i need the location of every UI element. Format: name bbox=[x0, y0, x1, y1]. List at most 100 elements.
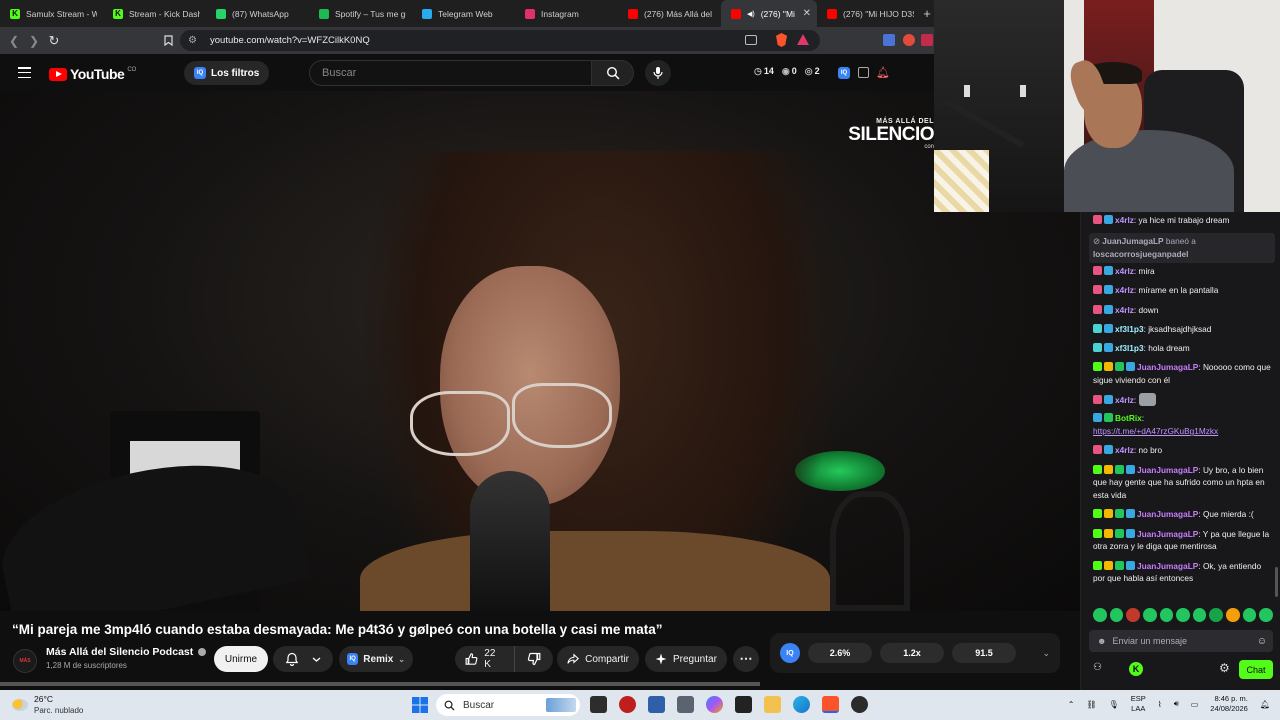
close-tab-icon[interactable]: ✕ bbox=[803, 8, 811, 19]
battery-icon[interactable]: ▭ bbox=[1191, 700, 1199, 709]
more-actions-button[interactable]: ⋯ bbox=[733, 646, 759, 672]
brave-shields-icon[interactable] bbox=[776, 33, 787, 47]
copilot-icon[interactable] bbox=[706, 696, 723, 713]
emote-icon[interactable] bbox=[1126, 608, 1140, 622]
share-button[interactable]: Compartir bbox=[557, 646, 639, 672]
language-indicator[interactable]: ESP LAA bbox=[1131, 694, 1146, 714]
chevron-up-icon[interactable]: ⌃ bbox=[1068, 700, 1075, 709]
link-icon[interactable]: ⛓ bbox=[1086, 700, 1096, 709]
dislike-button[interactable] bbox=[515, 646, 553, 672]
site-settings-icon[interactable]: ⚙ bbox=[188, 35, 202, 46]
chat-username[interactable]: x4rlz bbox=[1115, 395, 1134, 405]
cast-icon[interactable] bbox=[745, 35, 757, 45]
browser-tab[interactable]: (276) Más Allá del bbox=[618, 0, 721, 27]
chevron-down-icon[interactable]: ⌄ bbox=[1042, 648, 1050, 659]
iq-icon[interactable]: IQ bbox=[780, 643, 800, 663]
weather-widget[interactable]: 26°C Parc. nublado bbox=[12, 694, 83, 716]
browser-tab[interactable]: (87) WhatsApp bbox=[206, 0, 309, 27]
chat-username[interactable]: x4rlz bbox=[1115, 285, 1134, 295]
chat-username[interactable]: x4rlz bbox=[1115, 445, 1134, 455]
settings-icon[interactable]: ⚙ bbox=[1219, 661, 1230, 675]
subscription-bell-button[interactable] bbox=[273, 646, 333, 672]
voice-search-button[interactable] bbox=[645, 60, 671, 86]
chat-username[interactable]: loscacorrosjueganpadel bbox=[1093, 249, 1188, 259]
chat-username[interactable]: x4rlz bbox=[1115, 305, 1134, 315]
volume-icon[interactable]: 🔊︎ bbox=[1174, 699, 1179, 709]
notification-icon[interactable]: 🔔︎ bbox=[876, 66, 890, 79]
new-tab-button[interactable]: + bbox=[920, 6, 934, 21]
app-icon[interactable] bbox=[648, 696, 665, 713]
chat-messages[interactable]: x4rlz: ya hice mi trabajo dream ⊘ JuanJum… bbox=[1081, 212, 1280, 604]
power-app-icon[interactable] bbox=[619, 696, 636, 713]
chat-username[interactable]: x4rlz bbox=[1115, 215, 1134, 225]
browser-tab[interactable]: ◀) (276) "Mi p ✕ bbox=[721, 0, 817, 27]
kick-icon[interactable]: K bbox=[1129, 662, 1143, 676]
microphone-icon[interactable]: 🎙︎ bbox=[1109, 700, 1119, 709]
translate-extension-icon[interactable] bbox=[883, 34, 895, 46]
edge-icon[interactable] bbox=[793, 696, 810, 713]
tool-app-icon[interactable] bbox=[677, 696, 694, 713]
browser-tab[interactable]: Telegram Web bbox=[412, 0, 515, 27]
emote-icon[interactable] bbox=[1142, 608, 1157, 622]
iq-metric-pill[interactable]: 2.6% bbox=[808, 643, 872, 663]
chat-tools-icon[interactable]: ⚇ bbox=[1093, 662, 1102, 673]
emote-icon[interactable] bbox=[1242, 608, 1257, 622]
chat-message-input[interactable] bbox=[1112, 636, 1257, 646]
filters-button[interactable]: IQ Los filtros bbox=[184, 61, 270, 85]
windows-start-icon[interactable] bbox=[412, 697, 428, 713]
browser-tab[interactable]: K Stream - Kick Dashb bbox=[103, 0, 206, 27]
chat-username[interactable]: JuanJumagaLP bbox=[1102, 236, 1163, 246]
emote-icon[interactable] bbox=[1226, 608, 1240, 622]
iq-metric-pill[interactable]: 91.5 bbox=[952, 643, 1016, 663]
search-button[interactable] bbox=[592, 60, 634, 86]
obs-icon[interactable] bbox=[851, 696, 868, 713]
join-button[interactable]: Unirme bbox=[214, 646, 268, 672]
network-icon[interactable]: ⌇ bbox=[1158, 700, 1162, 709]
task-view-icon[interactable] bbox=[590, 696, 607, 713]
chat-username[interactable]: JuanJumagaLP bbox=[1137, 509, 1198, 519]
channel-avatar[interactable]: MÁS bbox=[13, 649, 37, 673]
taskbar-clock[interactable]: 8:46 p. m. 24/08/2026 bbox=[1210, 694, 1248, 714]
tab-audio-icon[interactable]: ◀) bbox=[747, 10, 755, 18]
chat-username[interactable]: JuanJumagaLP bbox=[1137, 529, 1198, 539]
emote-icon[interactable] bbox=[1093, 608, 1107, 622]
chat-username[interactable]: BotRix bbox=[1115, 413, 1142, 423]
video-player[interactable]: MÁS ALLÁ DEL SILENCIO con bbox=[0, 91, 1080, 611]
remix-button[interactable]: IQ Remix ⌄ bbox=[339, 646, 413, 672]
brave-rewards-icon[interactable] bbox=[797, 34, 809, 45]
emote-icon[interactable] bbox=[1192, 608, 1207, 622]
taskbar-search[interactable]: Buscar bbox=[436, 694, 580, 716]
ask-button[interactable]: Preguntar bbox=[645, 646, 727, 672]
emote-icon[interactable] bbox=[1159, 608, 1174, 622]
create-icon[interactable] bbox=[858, 67, 869, 78]
browser-tab[interactable]: Spotify – Tus me gu bbox=[309, 0, 412, 27]
chat-username[interactable]: JuanJumagaLP bbox=[1137, 465, 1198, 475]
channel-name[interactable]: Más Allá del Silencio Podcast bbox=[46, 646, 207, 658]
chat-username[interactable]: xf3l1p3 bbox=[1115, 324, 1144, 334]
chat-username[interactable]: JuanJumagaLP bbox=[1137, 362, 1198, 372]
back-button[interactable]: ❮ bbox=[4, 31, 24, 51]
iq-metric-pill[interactable]: 1.2x bbox=[880, 643, 944, 663]
notifications-icon[interactable]: 🔔︎ bbox=[1260, 700, 1270, 709]
browser-tab[interactable]: (276) "Mi HIJO D3S bbox=[817, 0, 920, 27]
browser-tab[interactable]: Instagram bbox=[515, 0, 618, 27]
forward-button[interactable]: ❯ bbox=[24, 31, 44, 51]
browser-tab[interactable]: K Samulx Stream - W bbox=[0, 0, 103, 27]
reload-button[interactable]: ↻ bbox=[44, 31, 64, 51]
chat-link[interactable]: https://t.me/+dA47rzGKuBg1Mzkx bbox=[1093, 426, 1218, 436]
chat-send-button[interactable]: Chat bbox=[1239, 660, 1273, 679]
terminal-icon[interactable] bbox=[735, 696, 752, 713]
youtube-logo[interactable]: YouTube CO bbox=[49, 66, 136, 82]
chat-username[interactable]: JuanJumagaLP bbox=[1137, 561, 1198, 571]
chat-username[interactable]: x4rlz bbox=[1115, 266, 1134, 276]
bookmark-icon[interactable] bbox=[158, 31, 178, 51]
search-input[interactable] bbox=[309, 60, 592, 86]
menu-icon[interactable] bbox=[18, 67, 31, 78]
chat-input-box[interactable]: ☻ ☺ bbox=[1089, 630, 1273, 652]
address-bar[interactable]: ⚙ youtube.com/watch?v=WFZCilkK0NQ bbox=[180, 30, 820, 51]
extension-icon[interactable] bbox=[921, 34, 933, 46]
emote-icon[interactable] bbox=[1176, 608, 1190, 622]
emoji-icon[interactable]: ☺ bbox=[1257, 636, 1267, 647]
extension-icon[interactable] bbox=[903, 34, 915, 46]
brave-browser-icon[interactable] bbox=[822, 696, 839, 713]
